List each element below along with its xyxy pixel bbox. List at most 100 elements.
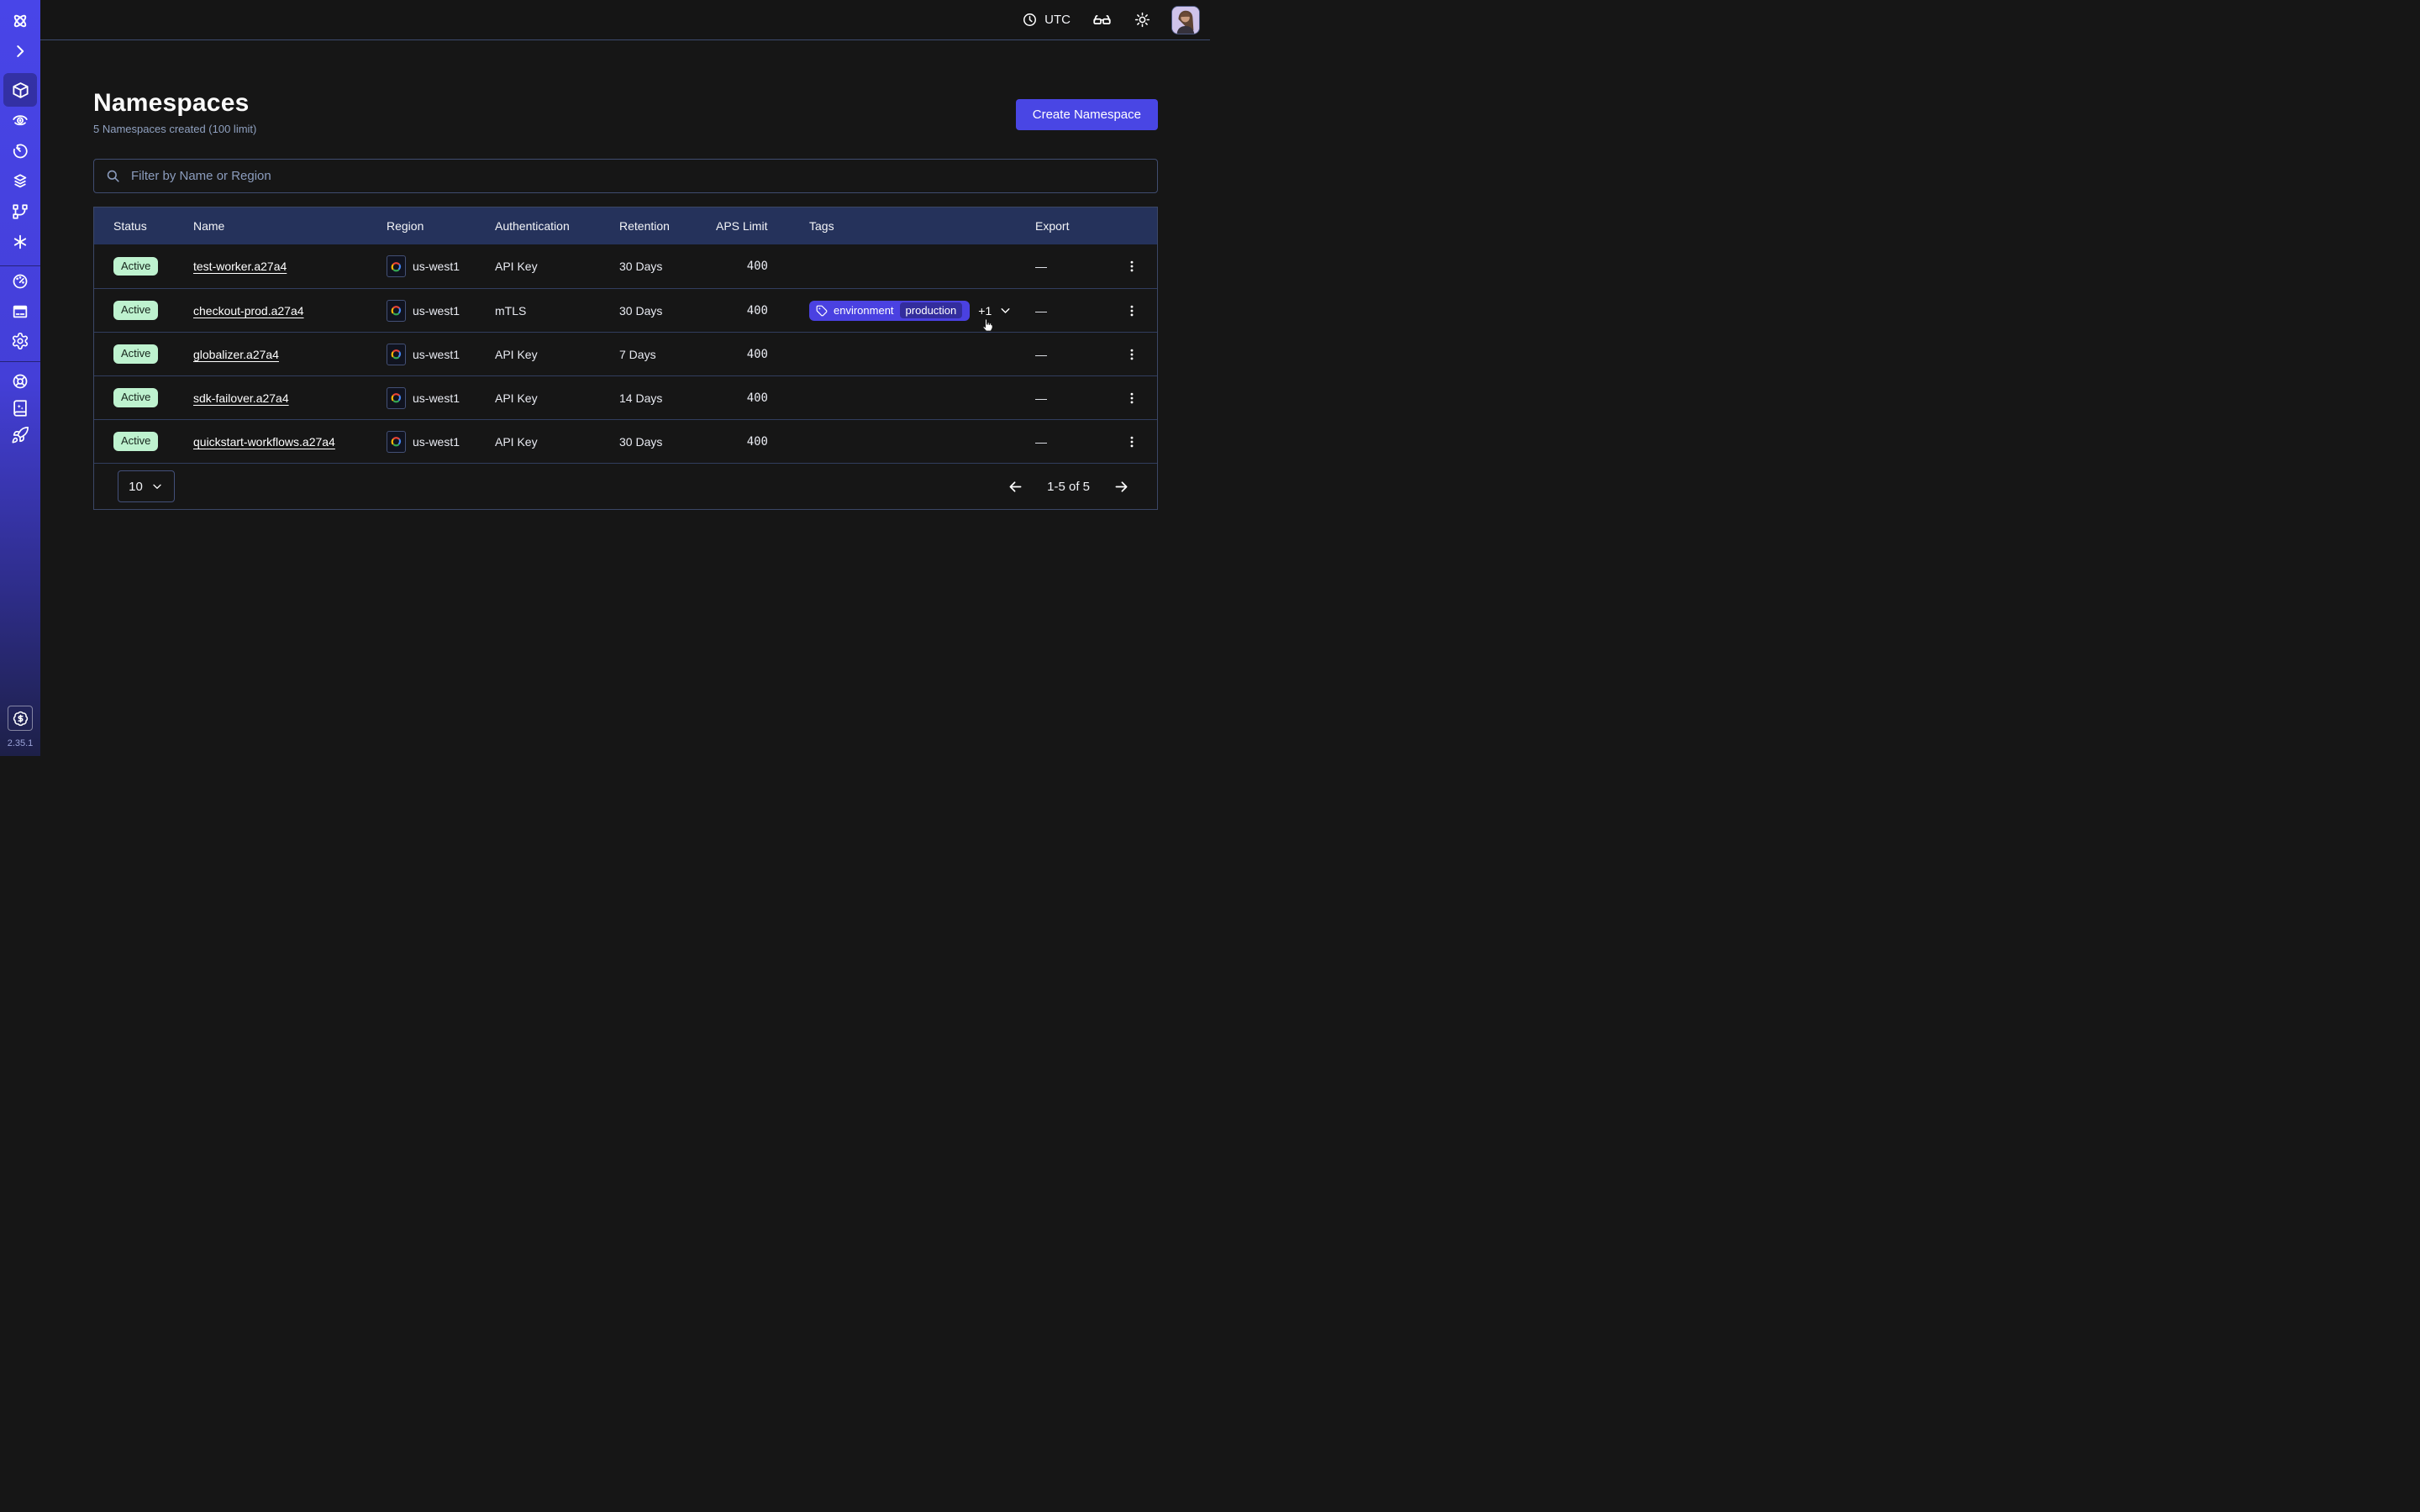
- row-menu-kebab-icon[interactable]: [1119, 434, 1139, 449]
- billing-badge-dollar-button[interactable]: [8, 706, 33, 731]
- create-namespace-button[interactable]: Create Namespace: [1016, 99, 1158, 130]
- status-badge: Active: [113, 388, 158, 407]
- export-value: —: [1035, 260, 1119, 273]
- sidebar-expand-chevron-icon[interactable]: [0, 41, 40, 61]
- sidebar-item-docs-book-icon[interactable]: [0, 398, 40, 418]
- row-menu-kebab-icon[interactable]: [1119, 347, 1139, 362]
- tag-chip[interactable]: environment production: [809, 301, 970, 321]
- namespace-link[interactable]: test-worker.a27a4: [193, 260, 287, 273]
- col-name: Name: [193, 219, 387, 233]
- region-label: us-west1: [413, 304, 460, 318]
- col-aps-limit: APS Limit: [716, 219, 768, 233]
- aps-limit-value: 400: [716, 348, 768, 361]
- region-label: us-west1: [413, 348, 460, 361]
- search-icon: [105, 168, 121, 184]
- sidebar: 2.35.1: [0, 0, 40, 756]
- sidebar-item-timer-icon[interactable]: [0, 141, 40, 161]
- sidebar-item-support-lifebuoy-icon[interactable]: [0, 371, 40, 391]
- tags-cell: environment production +1: [768, 301, 1035, 321]
- tag-icon: [816, 305, 828, 317]
- page-size-select[interactable]: 10: [118, 470, 175, 502]
- clock-icon: [1022, 12, 1038, 28]
- auth-method: mTLS: [495, 304, 619, 318]
- table-row: Active checkout-prod.a27a4 us-west1 mTLS: [94, 288, 1157, 332]
- status-badge: Active: [113, 257, 158, 276]
- sidebar-item-branch-icon[interactable]: [0, 202, 40, 222]
- sidebar-item-namespaces[interactable]: [3, 73, 37, 107]
- region-label: us-west1: [413, 391, 460, 405]
- auth-method: API Key: [495, 260, 619, 273]
- col-export: Export: [1035, 219, 1119, 233]
- region-label: us-west1: [413, 435, 460, 449]
- row-menu-kebab-icon[interactable]: [1119, 391, 1139, 406]
- status-badge: Active: [113, 344, 158, 363]
- aps-limit-value: 400: [716, 435, 768, 449]
- sidebar-item-settings-gear-icon[interactable]: [0, 331, 40, 351]
- tags-more-count: +1: [978, 304, 992, 318]
- reader-glasses-icon[interactable]: [1092, 10, 1112, 29]
- namespace-count-subtitle: 5 Namespaces created (100 limit): [93, 123, 256, 135]
- filter-input[interactable]: [129, 168, 1146, 184]
- filter-input-wrapper: [93, 159, 1158, 193]
- chevron-down-icon: [150, 480, 164, 493]
- auth-method: API Key: [495, 435, 619, 449]
- export-value: —: [1035, 391, 1119, 405]
- user-avatar[interactable]: [1171, 6, 1200, 34]
- sidebar-divider: [0, 361, 40, 362]
- status-badge: Active: [113, 432, 158, 450]
- col-status: Status: [113, 219, 193, 233]
- table-footer: 10 1-5 of 5: [94, 463, 1157, 509]
- sidebar-item-eye-icon[interactable]: [0, 110, 40, 130]
- sidebar-divider: [0, 265, 40, 266]
- temporal-logo-icon[interactable]: [0, 11, 40, 31]
- col-tags: Tags: [768, 219, 1035, 233]
- namespace-link[interactable]: globalizer.a27a4: [193, 348, 279, 361]
- topbar: UTC: [40, 0, 1210, 40]
- page-title: Namespaces: [93, 88, 256, 118]
- table-row: Active sdk-failover.a27a4 us-west1 API K…: [94, 375, 1157, 419]
- next-page-arrow-icon[interactable]: [1113, 478, 1130, 496]
- timezone-label: UTC: [1044, 13, 1071, 27]
- theme-toggle-sun-icon[interactable]: [1134, 11, 1151, 29]
- retention-value: 30 Days: [619, 260, 716, 273]
- col-authentication: Authentication: [495, 219, 619, 233]
- region-label: us-west1: [413, 260, 460, 273]
- sidebar-item-billing-icon[interactable]: [0, 302, 40, 322]
- badge-dollar-icon: [13, 711, 29, 727]
- row-menu-kebab-icon[interactable]: [1119, 303, 1139, 318]
- pagination-range: 1-5 of 5: [1047, 480, 1090, 494]
- main-content: Namespaces 5 Namespaces created (100 lim…: [40, 40, 1210, 756]
- table-header-row: Status Name Region Authentication Retent…: [94, 207, 1157, 244]
- page-size-value: 10: [129, 480, 143, 494]
- table-row: Active globalizer.a27a4 us-west1 API Key: [94, 332, 1157, 375]
- tag-key: environment: [834, 304, 894, 317]
- auth-method: API Key: [495, 391, 619, 405]
- aps-limit-value: 400: [716, 260, 768, 273]
- sidebar-item-usage-gauge-icon[interactable]: [0, 271, 40, 291]
- namespaces-table: Status Name Region Authentication Retent…: [93, 207, 1158, 510]
- namespace-link[interactable]: checkout-prod.a27a4: [193, 304, 304, 318]
- col-region: Region: [387, 219, 495, 233]
- row-menu-kebab-icon[interactable]: [1119, 259, 1139, 274]
- retention-value: 30 Days: [619, 435, 716, 449]
- prev-page-arrow-icon[interactable]: [1007, 478, 1024, 496]
- sidebar-item-layers-icon[interactable]: [0, 171, 40, 192]
- sidebar-item-getting-started-rocket-icon[interactable]: [0, 425, 40, 445]
- namespace-link[interactable]: sdk-failover.a27a4: [193, 391, 289, 405]
- namespace-link[interactable]: quickstart-workflows.a27a4: [193, 435, 335, 449]
- tags-expand-chevron-icon[interactable]: [998, 303, 1013, 318]
- export-value: —: [1035, 435, 1119, 449]
- gcp-cloud-icon: [387, 255, 406, 277]
- app-version: 2.35.1: [8, 738, 34, 748]
- timezone-selector[interactable]: UTC: [1022, 12, 1071, 28]
- table-row: Active test-worker.a27a4 us-west1 API Ke…: [94, 244, 1157, 288]
- aps-limit-value: 400: [716, 391, 768, 405]
- table-row: Active quickstart-workflows.a27a4 us-wes…: [94, 419, 1157, 463]
- sidebar-item-asterisk-icon[interactable]: [0, 232, 40, 252]
- aps-limit-value: 400: [716, 304, 768, 318]
- col-retention: Retention: [619, 219, 716, 233]
- auth-method: API Key: [495, 348, 619, 361]
- gcp-cloud-icon: [387, 344, 406, 365]
- gcp-cloud-icon: [387, 300, 406, 322]
- gcp-cloud-icon: [387, 431, 406, 453]
